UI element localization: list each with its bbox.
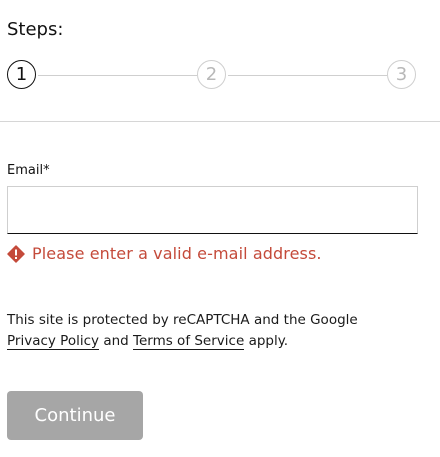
continue-button[interactable]: Continue <box>7 391 143 440</box>
section-divider <box>0 121 440 122</box>
step-2-indicator: 2 <box>197 60 226 89</box>
recaptcha-text-and: and <box>103 333 129 349</box>
recaptcha-text-prefix: This site is protected by reCAPTCHA and … <box>7 312 358 328</box>
email-field[interactable] <box>7 186 418 234</box>
warning-diamond-icon <box>7 244 25 263</box>
step-connector-2-3 <box>228 75 387 76</box>
steps-title: Steps: <box>7 19 64 40</box>
step-1-indicator: 1 <box>7 60 36 89</box>
terms-of-service-link[interactable]: Terms of Service <box>133 333 245 350</box>
stepper: 1 2 3 <box>7 60 418 91</box>
step-3-indicator: 3 <box>387 60 416 89</box>
recaptcha-text-suffix: apply. <box>248 333 289 349</box>
privacy-policy-link[interactable]: Privacy Policy <box>7 333 100 350</box>
email-label: Email* <box>7 163 50 178</box>
error-message: Please enter a valid e-mail address. <box>32 244 322 263</box>
recaptcha-notice: This site is protected by reCAPTCHA and … <box>7 310 427 352</box>
email-error: Please enter a valid e-mail address. <box>7 244 322 263</box>
step-connector-1-2 <box>38 75 197 76</box>
